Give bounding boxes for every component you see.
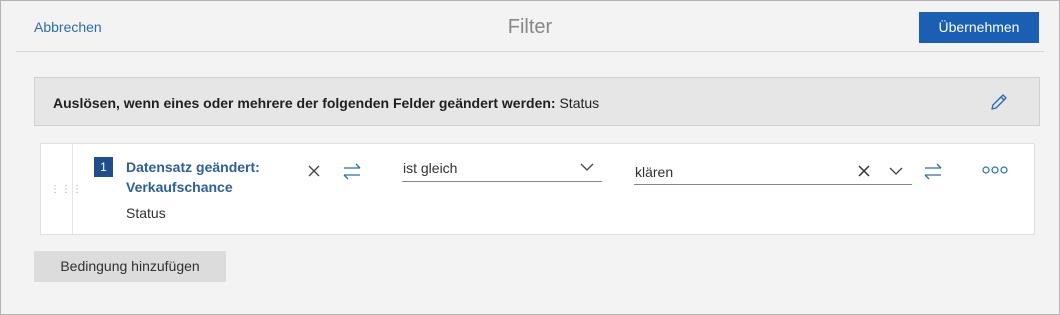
operator-value: ist gleich [403,160,458,176]
header-divider [16,51,1044,52]
chevron-down-icon [580,163,594,171]
condition-field-link[interactable]: Datensatz geändert: Verkaufschance [126,157,296,197]
operator-select[interactable]: ist gleich [402,157,602,182]
clear-icon[interactable] [858,165,870,177]
trigger-label: Auslösen, wenn eines oder mehrere der fo… [53,95,556,111]
chevron-down-icon[interactable] [889,166,903,176]
trigger-bar: Auslösen, wenn eines oder mehrere der fo… [34,77,1040,126]
trigger-text: Auslösen, wenn eines oder mehrere der fo… [53,95,599,111]
filter-dialog: Abbrechen Filter Übernehmen Auslösen, we… [0,0,1060,315]
condition-field-sub: Status [126,205,166,221]
close-icon[interactable] [306,163,322,179]
drag-handle[interactable]: ⋮⋮⋮ [41,144,82,234]
value-text: klären [635,164,674,180]
drag-dots-icon: ⋮⋮⋮ [50,184,83,195]
swap-icon[interactable] [922,162,944,182]
value-input[interactable]: klären [634,157,912,185]
swap-icon[interactable] [341,162,363,182]
add-condition-button[interactable]: Bedingung hinzufügen [34,251,226,282]
dialog-title: Filter [507,16,553,38]
condition-row: ⋮⋮⋮ 1 Datensatz geändert: Verkaufschance… [40,143,1035,235]
step-number-badge: 1 [94,157,113,177]
pencil-icon[interactable] [988,91,1010,113]
dialog-header: Abbrechen Filter Übernehmen [1,1,1059,51]
more-icon[interactable] [982,165,1008,175]
apply-button[interactable]: Übernehmen [919,12,1039,43]
trigger-value: Status [559,95,600,111]
